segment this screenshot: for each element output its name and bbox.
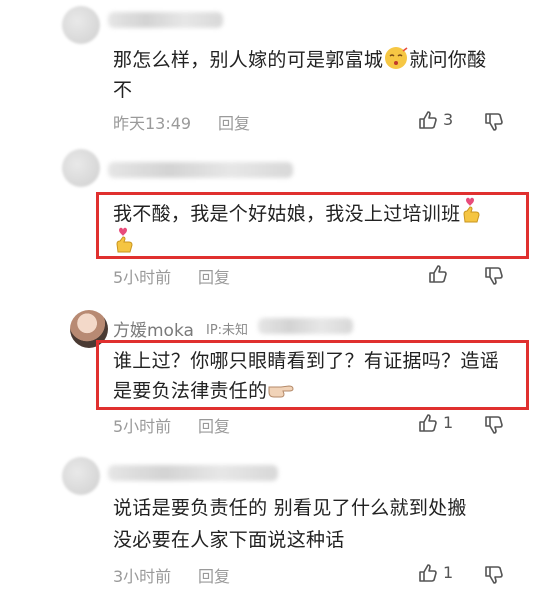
face-emoji-icon — [385, 47, 408, 69]
username-blurred — [108, 12, 223, 28]
avatar[interactable] — [62, 149, 100, 187]
avatar[interactable] — [62, 6, 100, 44]
dislike-icon[interactable] — [484, 565, 504, 585]
comment-text-line2: 没必要在人家下面说这种话 — [113, 529, 345, 551]
dislike-icon[interactable] — [484, 415, 504, 435]
comment-text-line2: 不 — [113, 79, 133, 101]
dislike-icon[interactable] — [484, 112, 504, 132]
username[interactable]: 方媛moka — [113, 316, 194, 341]
pointing-hand-emoji-icon — [268, 385, 294, 398]
comment-text: 谁上过？你哪只眼睛看到了？有证据吗？造谣 — [113, 350, 500, 372]
hand-heart-emoji-icon — [463, 197, 480, 223]
comment-text-line2: 是要负法律责任的 — [113, 376, 295, 406]
comment-text-line2 — [113, 226, 137, 259]
comment-text: 说话是要负责任的 别看见了什么就到处搬 — [113, 497, 467, 519]
like-count: 1 — [443, 563, 454, 582]
timestamp: 5小时前 — [113, 268, 172, 287]
comment-item: 方媛moka IP:未知 谁上过？你哪只眼睛看到了？有证据吗？造谣 是要负法律责… — [0, 300, 546, 440]
reply-to-blurred — [258, 318, 353, 334]
username-blurred — [108, 465, 278, 481]
comment-text: 我不酸，我是个好姑娘，我没上过培训班 — [113, 196, 484, 229]
like-icon[interactable] — [418, 110, 438, 130]
reply-button[interactable]: 回复 — [198, 563, 230, 587]
like-icon[interactable] — [418, 563, 438, 583]
comment-text: 那怎么样，别人嫁的可是郭富城 就问你酸 — [113, 45, 486, 75]
reply-button[interactable]: 回复 — [198, 413, 230, 437]
comment-item: 我不酸，我是个好姑娘，我没上过培训班 5小时前 回复 — [0, 140, 546, 290]
hand-heart-emoji-icon — [116, 227, 133, 253]
like-count: 1 — [443, 413, 454, 432]
timestamp: 3小时前 — [113, 567, 172, 586]
comment-item: 说话是要负责任的 别看见了什么就到处搬 没必要在人家下面说这种话 3小时前 回复… — [0, 445, 546, 600]
dislike-icon[interactable] — [484, 266, 504, 286]
like-icon[interactable] — [428, 264, 448, 284]
like-count: 3 — [443, 110, 454, 129]
ip-location-tag: IP:未知 — [206, 323, 249, 338]
reply-button[interactable]: 回复 — [198, 264, 230, 288]
comment-item: 那怎么样，别人嫁的可是郭富城 就问你酸 不 昨天13:49 回复 3 — [0, 0, 546, 140]
timestamp: 昨天13:49 — [113, 114, 192, 133]
reply-button[interactable]: 回复 — [218, 110, 250, 134]
timestamp: 5小时前 — [113, 417, 172, 436]
avatar[interactable] — [62, 457, 100, 495]
username-blurred — [108, 162, 293, 178]
like-icon[interactable] — [418, 413, 438, 433]
